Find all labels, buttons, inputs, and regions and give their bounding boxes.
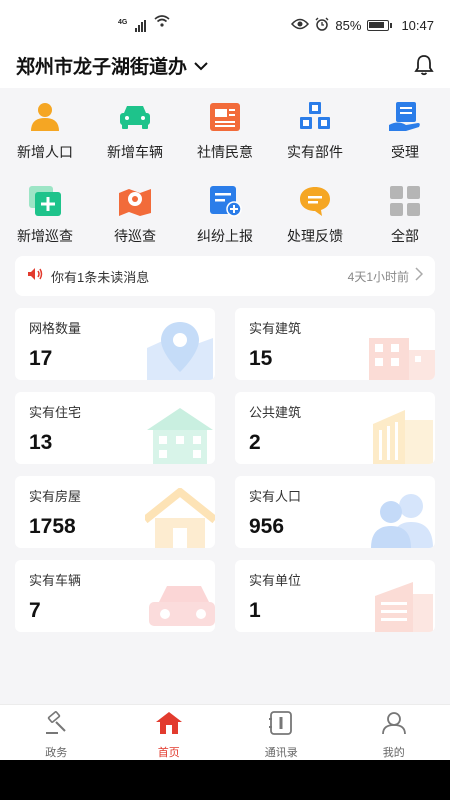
grid-item-public-opinion[interactable]: 社情民意 — [180, 90, 270, 174]
tab-mine[interactable]: 我的 — [338, 705, 450, 760]
stat-card-buildings[interactable]: 实有建筑 15 — [235, 308, 435, 380]
grid-label: 新增车辆 — [107, 144, 163, 160]
wifi-icon — [154, 14, 170, 32]
nav-label: 首页 — [157, 747, 180, 759]
stat-card-public-buildings[interactable]: 公共建筑 2 — [235, 392, 435, 464]
signal-icon — [135, 20, 147, 32]
add-patrol-icon — [28, 184, 62, 218]
grid-row-1: 新增人口 新增车辆 社情民意 实有部件 受理 — [0, 90, 450, 174]
district-selector[interactable]: 郑州市龙子湖街道办 — [16, 52, 209, 79]
grid-label: 纠纷上报 — [197, 228, 253, 244]
grid-item-accept[interactable]: 受理 — [360, 90, 450, 174]
battery-percent: 85% — [335, 18, 362, 33]
grid-item-feedback[interactable]: 处理反馈 — [270, 174, 360, 258]
network-indicators: 4G — [118, 14, 170, 32]
gavel-icon — [43, 711, 69, 740]
stat-card-units[interactable]: 实有单位 1 — [235, 560, 435, 632]
stat-card-vehicles[interactable]: 实有车辆 7 — [15, 560, 215, 632]
grid-item-dispute-report[interactable]: 纠纷上报 — [180, 174, 270, 258]
grid-label: 全部 — [391, 228, 419, 244]
tab-contacts[interactable]: 通讯录 — [225, 705, 338, 760]
house-icon — [145, 488, 215, 548]
app-header: 郑州市龙子湖街道办 — [0, 50, 450, 88]
grid-item-pending-patrol[interactable]: 待巡查 — [90, 174, 180, 258]
tab-home[interactable]: 首页 — [113, 705, 226, 760]
page-title: 郑州市龙子湖街道办 — [16, 57, 188, 78]
stat-card-residences[interactable]: 实有住宅 13 — [15, 392, 215, 464]
grid-label: 受理 — [391, 144, 419, 160]
message-time: 4天1小时前 — [347, 269, 409, 284]
building-icon — [369, 338, 435, 380]
stat-card-population[interactable]: 实有人口 956 — [235, 476, 435, 548]
chevron-right-icon — [415, 266, 424, 286]
stat-card-grid-count[interactable]: 网格数量 17 — [15, 308, 215, 380]
nav-label: 我的 — [382, 747, 405, 759]
grid-label: 社情民意 — [197, 144, 253, 160]
cubes-icon — [298, 100, 332, 134]
nav-label: 政务 — [45, 747, 68, 759]
car-icon — [118, 100, 152, 134]
clock: 10:47 — [401, 18, 434, 33]
system-nav-bar — [0, 760, 450, 800]
battery-icon — [367, 20, 393, 31]
grid-label: 待巡查 — [114, 228, 156, 244]
unread-message-bar[interactable]: 你有1条未读消息 4天1小时前 — [15, 256, 435, 296]
bell-icon[interactable] — [414, 54, 434, 81]
car-icon — [149, 586, 215, 626]
grid-item-add-patrol[interactable]: 新增巡查 — [0, 174, 90, 258]
people-icon — [371, 494, 433, 548]
chevron-down-icon — [193, 55, 209, 77]
office-icon — [375, 582, 433, 632]
message-text: 你有1条未读消息 — [51, 269, 150, 285]
report-add-icon — [208, 184, 242, 218]
grid-label: 新增巡查 — [17, 228, 73, 244]
function-grid: 新增人口 新增车辆 社情民意 实有部件 受理 新增巡查 待巡查 纠纷上报 处理反… — [0, 90, 450, 258]
grid-label: 处理反馈 — [287, 228, 343, 244]
map-pin-icon — [147, 322, 213, 380]
contacts-icon — [268, 711, 294, 740]
network-type: 4G — [118, 19, 128, 26]
stats-cards: 网格数量 17 实有建筑 15 实有住宅 13 公共建筑 2 实有房屋 1758… — [15, 308, 435, 644]
grid-item-add-person[interactable]: 新增人口 — [0, 90, 90, 174]
grid-label: 新增人口 — [17, 144, 73, 160]
newspaper-icon — [208, 100, 242, 134]
chat-bubble-icon — [298, 184, 332, 218]
person-icon — [28, 100, 62, 134]
grid-item-components[interactable]: 实有部件 — [270, 90, 360, 174]
speaker-icon — [27, 267, 43, 286]
grid-row-2: 新增巡查 待巡查 纠纷上报 处理反馈 全部 — [0, 174, 450, 258]
user-icon — [381, 711, 407, 740]
status-bar: 4G 85% 10:47 — [0, 0, 450, 50]
alarm-icon — [315, 17, 329, 34]
tab-government[interactable]: 政务 — [0, 705, 113, 760]
hand-document-icon — [388, 100, 422, 134]
stat-card-houses[interactable]: 实有房屋 1758 — [15, 476, 215, 548]
nav-label: 通讯录 — [264, 747, 298, 759]
residence-icon — [147, 408, 213, 464]
home-icon — [155, 711, 183, 740]
status-right: 85% 10:47 — [291, 17, 434, 34]
grid-item-add-vehicle[interactable]: 新增车辆 — [90, 90, 180, 174]
bottom-nav: 政务 首页 通讯录 我的 — [0, 704, 450, 760]
map-pin-icon — [118, 184, 152, 218]
grid-item-all[interactable]: 全部 — [360, 174, 450, 258]
grid-all-icon — [388, 184, 422, 218]
eye-icon — [291, 18, 310, 33]
grid-label: 实有部件 — [287, 144, 343, 160]
public-building-icon — [373, 410, 433, 464]
